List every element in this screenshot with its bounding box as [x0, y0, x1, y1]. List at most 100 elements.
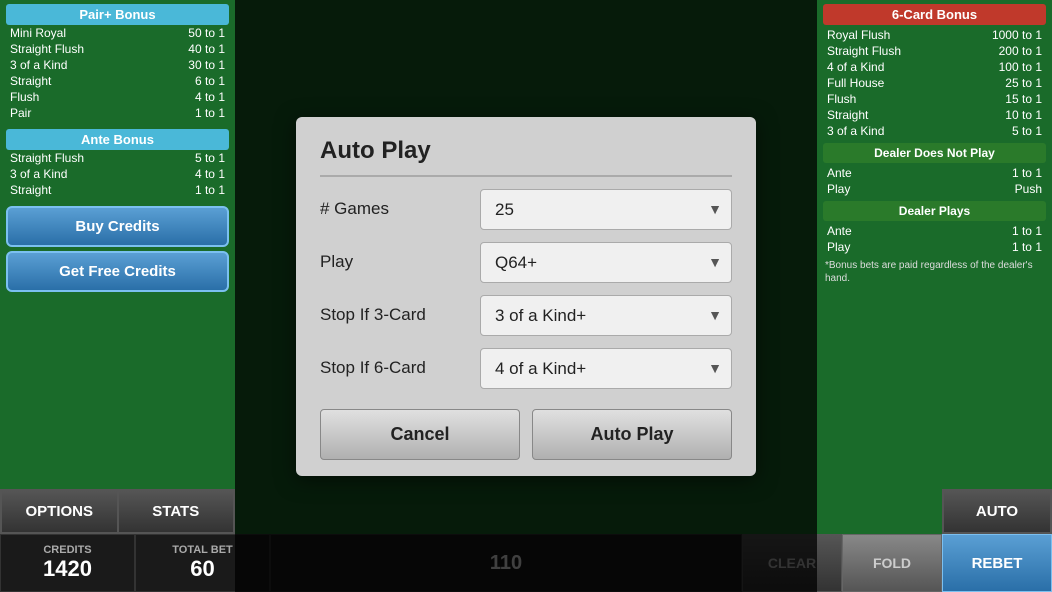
totalbet-value: 60 [190, 556, 214, 582]
modal-buttons: Cancel Auto Play [320, 409, 732, 460]
credits-value: 1420 [43, 556, 92, 582]
hand-name: 3 of a Kind [6, 166, 158, 182]
dealer-not-play-table: Ante1 to 1PlayPush [823, 165, 1046, 197]
hand-name: Flush [6, 89, 150, 105]
ante-bonus-table: Straight Flush5 to 13 of a Kind4 to 1Str… [6, 150, 229, 198]
games-label: # Games [320, 199, 480, 219]
hand-name: Pair [6, 105, 150, 121]
payout: 4 to 1 [150, 89, 229, 105]
list-item: Straight10 to 1 [823, 107, 1046, 123]
stop-3card-label: Stop If 3-Card [320, 305, 480, 325]
credits-label: CREDITS [43, 544, 91, 556]
six-card-bonus-header: 6-Card Bonus [823, 4, 1046, 25]
play-label: Play [320, 252, 480, 272]
list-item: Full House25 to 1 [823, 75, 1046, 91]
payout: 1000 to 1 [954, 27, 1046, 43]
games-select-wrapper: 5102550100Unlimited ▼ [480, 189, 732, 230]
pair-bonus-table: Mini Royal50 to 1Straight Flush40 to 13 … [6, 25, 229, 121]
hand-name: Mini Royal [6, 25, 150, 41]
payout: 25 to 1 [954, 75, 1046, 91]
play-row: Play AlwaysQ64+K or betterAce or better … [320, 242, 732, 283]
dealer-not-play-header: Dealer Does Not Play [823, 143, 1046, 163]
autoplay-modal: Auto Play # Games 5102550100Unlimited ▼ … [296, 117, 756, 476]
hand-name: Play [823, 239, 926, 255]
pair-bonus-header: Pair+ Bonus [6, 4, 229, 25]
list-item: Mini Royal50 to 1 [6, 25, 229, 41]
totalbet-label: TOTAL BET [172, 544, 233, 556]
payout: 200 to 1 [954, 43, 1046, 59]
auto-button[interactable]: AUTO [942, 489, 1052, 534]
hand-name: Ante [823, 223, 926, 239]
list-item: Pair1 to 1 [6, 105, 229, 121]
hand-name: Full House [823, 75, 954, 91]
stop-3card-row: Stop If 3-Card NeverPair+3 of a Kind+Str… [320, 295, 732, 336]
autoplay-button[interactable]: Auto Play [532, 409, 732, 460]
list-item: Straight Flush200 to 1 [823, 43, 1046, 59]
list-item: 3 of a Kind5 to 1 [823, 123, 1046, 139]
list-item: PlayPush [823, 181, 1046, 197]
ante-bonus-header: Ante Bonus [6, 129, 229, 150]
payout: 1 to 1 [150, 105, 229, 121]
payout: 5 to 1 [954, 123, 1046, 139]
list-item: Flush15 to 1 [823, 91, 1046, 107]
hand-name: Ante [823, 165, 926, 181]
payout: Push [926, 181, 1046, 197]
list-item: Straight1 to 1 [6, 182, 229, 198]
games-select[interactable]: 5102550100Unlimited [480, 189, 732, 230]
payout: 40 to 1 [150, 41, 229, 57]
list-item: Ante1 to 1 [823, 165, 1046, 181]
stop-3card-select[interactable]: NeverPair+3 of a Kind+Straight+Flush+ [480, 295, 732, 336]
payout: 50 to 1 [150, 25, 229, 41]
payout: 15 to 1 [954, 91, 1046, 107]
play-select[interactable]: AlwaysQ64+K or betterAce or better [480, 242, 732, 283]
stop-6card-row: Stop If 6-Card Never3 of a Kind+Straight… [320, 348, 732, 389]
list-item: 3 of a Kind30 to 1 [6, 57, 229, 73]
hand-name: 3 of a Kind [823, 123, 954, 139]
hand-name: Straight Flush [6, 41, 150, 57]
stats-button[interactable]: STATS [118, 489, 236, 534]
stop-6card-label: Stop If 6-Card [320, 358, 480, 378]
list-item: 4 of a Kind100 to 1 [823, 59, 1046, 75]
hand-name: Straight Flush [6, 150, 158, 166]
payout: 1 to 1 [926, 223, 1046, 239]
list-item: 3 of a Kind4 to 1 [6, 166, 229, 182]
modal-overlay: Auto Play # Games 5102550100Unlimited ▼ … [235, 0, 817, 592]
hand-name: 4 of a Kind [823, 59, 954, 75]
hand-name: Play [823, 181, 926, 197]
modal-title: Auto Play [320, 137, 732, 177]
payout: 6 to 1 [150, 73, 229, 89]
free-credits-button[interactable]: Get Free Credits [6, 251, 229, 292]
payout: 1 to 1 [158, 182, 229, 198]
hand-name: Straight [6, 73, 150, 89]
options-button[interactable]: OPTIONS [0, 489, 118, 534]
bottom-left-buttons: OPTIONS STATS [0, 489, 235, 534]
buy-credits-button[interactable]: Buy Credits [6, 206, 229, 247]
payout: 5 to 1 [158, 150, 229, 166]
cancel-button[interactable]: Cancel [320, 409, 520, 460]
credits-display: CREDITS 1420 [0, 534, 135, 592]
dealer-plays-header: Dealer Plays [823, 201, 1046, 221]
dealer-plays-table: Ante1 to 1Play1 to 1 [823, 223, 1046, 255]
six-card-bonus-table: Royal Flush1000 to 1Straight Flush200 to… [823, 27, 1046, 139]
payout: 30 to 1 [150, 57, 229, 73]
hand-name: Royal Flush [823, 27, 954, 43]
payout: 4 to 1 [158, 166, 229, 182]
list-item: Ante1 to 1 [823, 223, 1046, 239]
hand-name: Straight Flush [823, 43, 954, 59]
ante-bonus-section: Ante Bonus Straight Flush5 to 13 of a Ki… [6, 129, 229, 198]
payout: 100 to 1 [954, 59, 1046, 75]
fold-button[interactable]: FOLD [842, 534, 942, 592]
hand-name: 3 of a Kind [6, 57, 150, 73]
hand-name: Straight [6, 182, 158, 198]
stop-6card-select-wrapper: Never3 of a Kind+Straight+Flush+4 of a K… [480, 348, 732, 389]
stop-3card-select-wrapper: NeverPair+3 of a Kind+Straight+Flush+ ▼ [480, 295, 732, 336]
rebet-button[interactable]: REBET [942, 534, 1052, 592]
bonus-note: *Bonus bets are paid regardless of the d… [825, 259, 1044, 285]
pair-bonus-section: Pair+ Bonus Mini Royal50 to 1Straight Fl… [6, 4, 229, 121]
list-item: Straight Flush40 to 1 [6, 41, 229, 57]
hand-name: Flush [823, 91, 954, 107]
payout: 10 to 1 [954, 107, 1046, 123]
stop-6card-select[interactable]: Never3 of a Kind+Straight+Flush+4 of a K… [480, 348, 732, 389]
payout: 1 to 1 [926, 239, 1046, 255]
list-item: Straight6 to 1 [6, 73, 229, 89]
